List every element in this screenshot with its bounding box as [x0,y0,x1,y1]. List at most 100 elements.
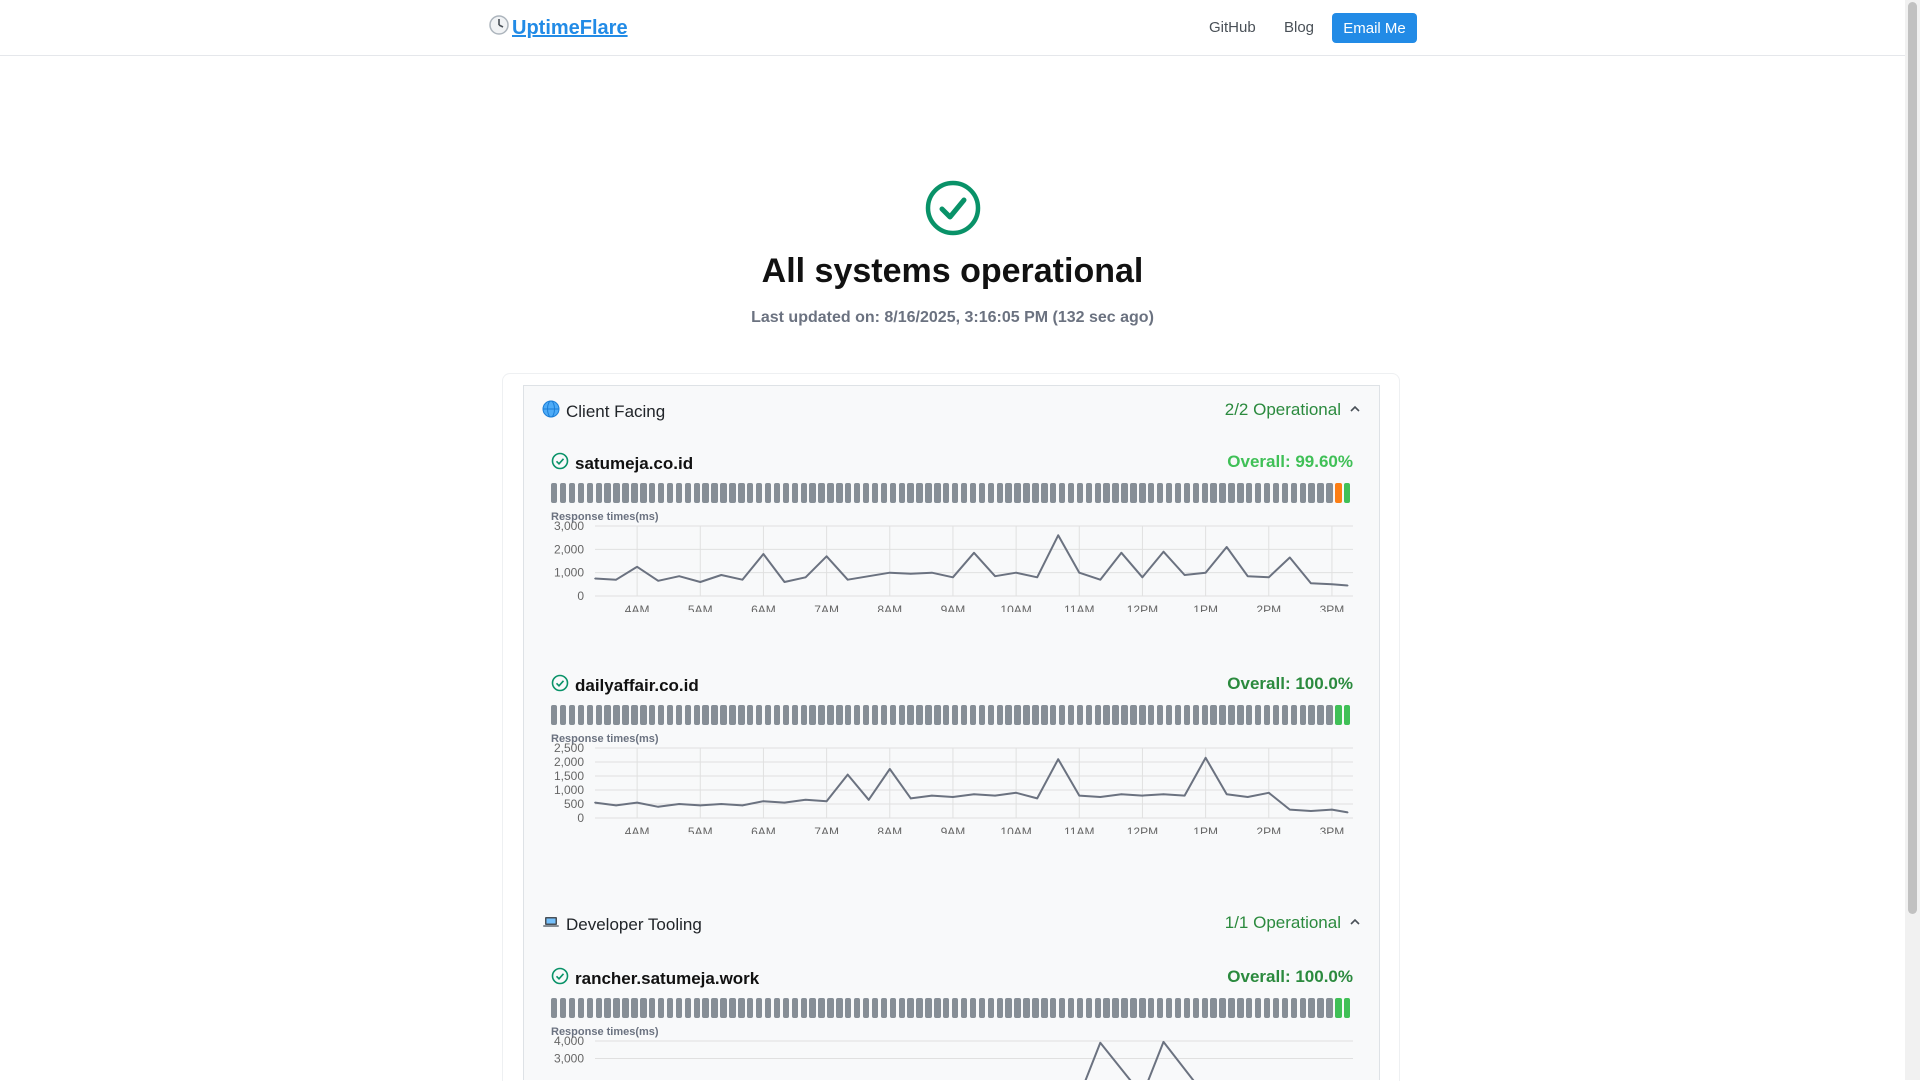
uptime-bar[interactable] [675,705,683,725]
uptime-bar[interactable] [818,998,825,1018]
uptime-bar[interactable] [809,483,816,503]
uptime-bar[interactable] [595,998,602,1018]
uptime-bar[interactable] [747,998,754,1018]
uptime-bar[interactable] [666,998,674,1018]
uptime-bar[interactable] [755,705,763,725]
uptime-bar[interactable] [1041,705,1048,725]
uptime-bar[interactable] [1174,705,1182,725]
uptime-bar[interactable] [738,998,745,1018]
uptime-bar[interactable] [729,705,736,725]
group-status[interactable]: 2/2 Operational [1225,400,1361,420]
uptime-bar[interactable] [1254,483,1262,503]
uptime-bar[interactable] [1201,998,1208,1018]
uptime-bar[interactable] [666,483,674,503]
uptime-bar[interactable] [978,483,986,503]
uptime-bar[interactable] [1237,998,1244,1018]
uptime-bar[interactable] [853,483,861,503]
uptime-bar[interactable] [568,705,576,725]
uptime-bar[interactable] [649,483,656,503]
uptime-bar[interactable] [978,705,986,725]
uptime-bar[interactable] [640,998,647,1018]
uptime-bar[interactable] [559,998,567,1018]
uptime-bar[interactable] [568,998,576,1018]
page-scrollbar[interactable] [1905,0,1920,1080]
uptime-bar[interactable] [1023,483,1030,503]
uptime-bar[interactable] [738,705,745,725]
uptime-bar[interactable] [586,705,594,725]
uptime-bar[interactable] [1103,705,1110,725]
uptime-bar[interactable] [764,998,772,1018]
uptime-bar[interactable] [1201,483,1208,503]
uptime-bar[interactable] [720,998,727,1018]
uptime-bar[interactable] [586,998,594,1018]
uptime-bar[interactable] [711,998,718,1018]
uptime-bar[interactable] [1272,998,1280,1018]
uptime-bar[interactable] [907,705,914,725]
uptime-bar[interactable] [693,483,700,503]
uptime-bar[interactable] [729,483,736,503]
uptime-bar[interactable] [1094,998,1101,1018]
uptime-bar[interactable] [1237,705,1244,725]
uptime-bar[interactable] [1121,705,1128,725]
uptime-bar[interactable] [577,483,585,503]
uptime-bar[interactable] [916,998,923,1018]
uptime-bar[interactable] [943,705,950,725]
uptime-bar[interactable] [551,483,558,503]
uptime-bar[interactable] [907,483,914,503]
uptime-bar[interactable] [1121,483,1128,503]
uptime-bar[interactable] [925,483,932,503]
uptime-bar[interactable] [1076,705,1084,725]
uptime-bar[interactable] [1112,998,1119,1018]
uptime-bar[interactable] [1308,998,1315,1018]
uptime-bar[interactable] [809,705,816,725]
uptime-bar[interactable] [862,998,870,1018]
uptime-bar[interactable] [1228,483,1235,503]
uptime-bar[interactable] [702,998,709,1018]
uptime-bar[interactable] [969,998,977,1018]
uptime-bar[interactable] [1014,998,1021,1018]
uptime-bar[interactable] [551,998,558,1018]
group-header[interactable]: Developer Tooling [542,913,702,936]
uptime-bar[interactable] [702,705,709,725]
uptime-bar[interactable] [880,998,888,1018]
uptime-bar[interactable] [1254,705,1262,725]
uptime-bar[interactable] [1237,483,1244,503]
uptime-bar[interactable] [1192,483,1199,503]
uptime-bar[interactable] [1085,998,1093,1018]
uptime-bar[interactable] [1228,705,1235,725]
uptime-bar[interactable] [1246,998,1253,1018]
uptime-bar[interactable] [907,998,914,1018]
uptime-bar[interactable] [1121,998,1128,1018]
uptime-bar[interactable] [693,998,700,1018]
uptime-bar[interactable] [969,705,977,725]
uptime-bar[interactable] [711,705,718,725]
uptime-bar[interactable] [1050,998,1057,1018]
uptime-bar[interactable] [729,998,736,1018]
uptime-bar[interactable] [559,483,567,503]
uptime-bar[interactable] [862,483,870,503]
uptime-bar[interactable] [1219,705,1226,725]
uptime-bar[interactable] [702,483,709,503]
uptime-bar[interactable] [1094,483,1101,503]
uptime-bar[interactable] [987,483,995,503]
uptime-bar[interactable] [1272,705,1280,725]
uptime-bar[interactable] [996,998,1003,1018]
uptime-bar[interactable] [898,705,905,725]
uptime-bar[interactable] [1014,483,1021,503]
uptime-bar[interactable] [604,705,611,725]
uptime-bar[interactable] [1317,705,1324,725]
uptime-bar[interactable] [1335,998,1342,1018]
uptime-bar[interactable] [595,483,602,503]
uptime-bar[interactable] [1263,998,1271,1018]
scrollbar-thumb[interactable] [1908,2,1917,914]
uptime-bar[interactable] [1156,998,1164,1018]
uptime-bar[interactable] [755,483,763,503]
uptime-bar[interactable] [657,705,665,725]
uptime-bar[interactable] [782,483,790,503]
uptime-bar[interactable] [889,483,897,503]
uptime-bar[interactable] [773,998,781,1018]
uptime-bar[interactable] [755,998,763,1018]
uptime-bar[interactable] [613,998,620,1018]
uptime-bar[interactable] [916,483,923,503]
group-status[interactable]: 1/1 Operational [1225,913,1361,933]
